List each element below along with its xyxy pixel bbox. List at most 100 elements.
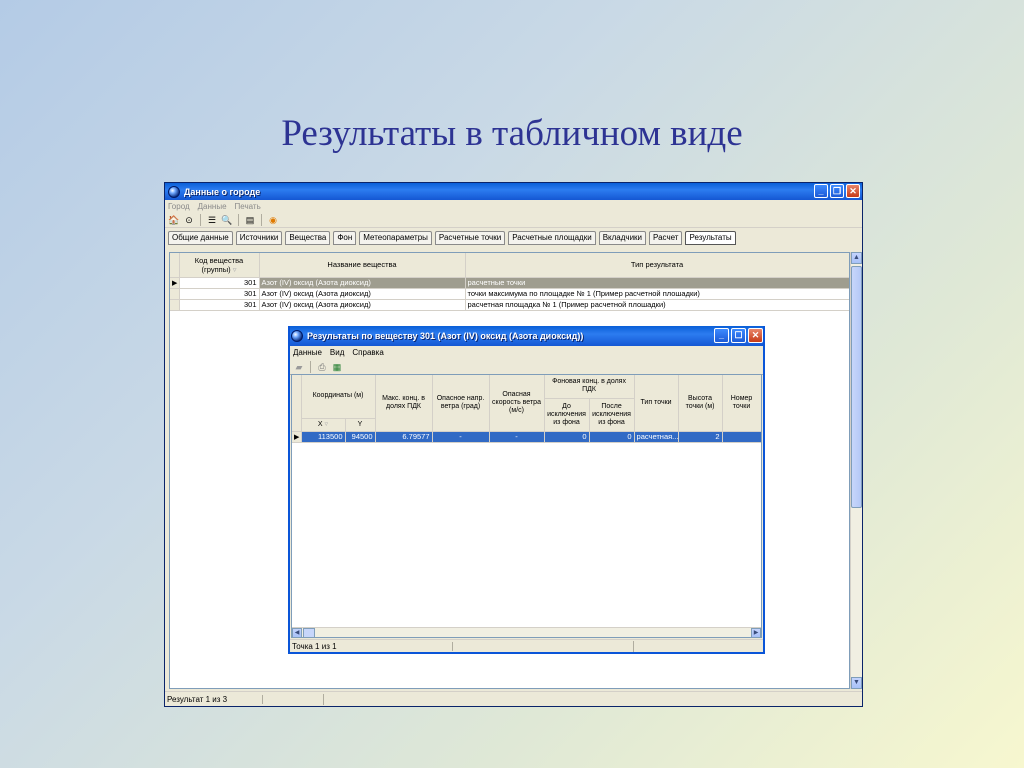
table-row[interactable]: 301 Азот (IV) оксид (Азота диоксид) точк…	[170, 288, 849, 300]
cell-x[interactable]: 113500	[301, 431, 346, 443]
tab-sources[interactable]: Источники	[235, 231, 283, 245]
main-window-titlebar[interactable]: Данные о городе _ ❐ ✕	[165, 183, 862, 200]
tab-calc-points[interactable]: Расчетные точки	[434, 231, 506, 245]
tab-results[interactable]: Результаты	[685, 231, 736, 245]
col-header-x[interactable]: X ▿	[301, 418, 346, 432]
cell-bg-after[interactable]: 0	[589, 431, 635, 443]
status-text: Результат 1 из 3	[167, 695, 263, 704]
menu-gorod[interactable]: Город	[168, 202, 190, 211]
col-header-y[interactable]: Y	[345, 418, 376, 432]
results-menubar: Данные Вид Справка	[290, 346, 763, 359]
close-button[interactable]: ✕	[748, 328, 763, 343]
tab-contributors[interactable]: Вкладчики	[598, 231, 647, 245]
results-toolbar: ▰ ⎙ ▦	[290, 359, 763, 375]
cell-code[interactable]: 301	[179, 277, 260, 289]
col-header-coords[interactable]: Координаты (м)	[301, 375, 376, 419]
col-header-name[interactable]: Название вещества	[259, 253, 466, 278]
col-header-danger-speed[interactable]: Опасная скорость ветра (м/с)	[489, 375, 545, 432]
table-row[interactable]: 301 Азот (IV) оксид (Азота диоксид) расч…	[170, 299, 849, 311]
main-vertical-scrollbar[interactable]: ▲ ▼	[850, 252, 862, 689]
col-header-background[interactable]: Фоновая конц. в долях ПДК	[544, 375, 635, 399]
scroll-up-icon[interactable]: ▲	[851, 252, 862, 264]
results-window-title: Результаты по веществу 301 (Азот (IV) ок…	[307, 331, 584, 341]
tab-general[interactable]: Общие данные	[168, 231, 233, 245]
col-header-danger-dir[interactable]: Опасное напр. ветра (град)	[432, 375, 490, 432]
maximize-button[interactable]: ☐	[731, 328, 746, 343]
app-icon	[291, 330, 303, 342]
menu-dannye[interactable]: Данные	[198, 202, 227, 211]
print-icon[interactable]: ⎙	[316, 361, 328, 373]
menu-help[interactable]: Справка	[352, 348, 383, 357]
col-header-max-conc[interactable]: Макс. конц. в долях ПДК	[375, 375, 433, 432]
cell-name[interactable]: Азот (IV) оксид (Азота диоксид)	[259, 288, 466, 300]
list-icon[interactable]: ☰	[206, 214, 218, 226]
restore-button[interactable]: ❐	[830, 184, 844, 198]
slide-title: Результаты в табличном виде	[281, 113, 743, 154]
search-icon[interactable]: 🔍	[221, 214, 233, 226]
filter-icon[interactable]: ▿	[233, 265, 237, 274]
scroll-thumb[interactable]	[303, 628, 315, 637]
results-horizontal-scrollbar[interactable]: ◀ ▶	[292, 627, 761, 637]
toolbar-divider	[261, 213, 262, 226]
table-row[interactable]: ▶ 301 Азот (IV) оксид (Азота диоксид) ра…	[170, 277, 849, 289]
cell-type[interactable]: расчетная площадка № 1 (Пример расчетной…	[465, 299, 849, 311]
export-excel-icon[interactable]: ▦	[331, 361, 343, 373]
scroll-thumb[interactable]	[851, 266, 862, 508]
tab-substances[interactable]: Вещества	[285, 231, 331, 245]
cell-type[interactable]: расчетные точки	[465, 277, 849, 289]
chart-icon[interactable]: ▤	[244, 214, 256, 226]
col-header-code[interactable]: Код вещества (группы) ▿	[179, 253, 260, 278]
current-row-arrow-icon: ▶	[170, 277, 180, 289]
refresh-icon[interactable]: ⊙	[183, 214, 195, 226]
main-menubar: Город Данные Печать	[165, 200, 862, 212]
cell-y[interactable]: 94500	[345, 431, 376, 443]
scroll-left-icon[interactable]: ◀	[292, 628, 302, 637]
minimize-button[interactable]: _	[814, 184, 828, 198]
close-button[interactable]: ✕	[846, 184, 860, 198]
cell-code[interactable]: 301	[179, 288, 260, 300]
cell-type[interactable]: точки максимума по площадке № 1 (Пример …	[465, 288, 849, 300]
city-icon[interactable]: 🏠	[168, 214, 180, 226]
col-header-bg-before[interactable]: До исключения из фона	[544, 398, 590, 432]
cell-danger-dir[interactable]: -	[432, 431, 490, 443]
cell-number[interactable]	[722, 431, 761, 443]
cell-point-type[interactable]: расчетная...	[634, 431, 679, 443]
toolbar-divider	[200, 213, 201, 226]
menu-data[interactable]: Данные	[293, 348, 322, 357]
cell-code[interactable]: 301	[179, 299, 260, 311]
app-icon	[168, 185, 180, 198]
col-header-bg-after[interactable]: После исключения из фона	[589, 398, 635, 432]
col-header-number[interactable]: Номер точки	[722, 375, 761, 432]
current-row-arrow-icon: ▶	[292, 431, 302, 443]
cell-bg-before[interactable]: 0	[544, 431, 590, 443]
tab-background[interactable]: Фон	[333, 231, 357, 245]
results-statusbar: Точка 1 из 1	[290, 639, 763, 652]
tab-calc-areas[interactable]: Расчетные площадки	[508, 231, 596, 245]
open-folder-icon[interactable]: ▰	[293, 361, 305, 373]
tab-meteo[interactable]: Метеопараметры	[359, 231, 432, 245]
table-row[interactable]: ▶ 113500 94500 6.79577 - - 0 0 расчетная…	[292, 431, 761, 443]
filter-icon[interactable]: ▿	[325, 421, 329, 428]
cell-name[interactable]: Азот (IV) оксид (Азота диоксид)	[259, 277, 466, 289]
scroll-right-icon[interactable]: ▶	[751, 628, 761, 637]
cell-name[interactable]: Азот (IV) оксид (Азота диоксид)	[259, 299, 466, 311]
results-window: Результаты по веществу 301 (Азот (IV) ок…	[288, 326, 765, 654]
tab-calculation[interactable]: Расчет	[649, 231, 683, 245]
menu-pechat[interactable]: Печать	[235, 202, 261, 211]
toolbar-divider	[238, 213, 239, 226]
col-header-point-type[interactable]: Тип точки	[634, 375, 679, 432]
status-text: Точка 1 из 1	[292, 642, 453, 651]
scroll-down-icon[interactable]: ▼	[851, 677, 862, 689]
row-selector-header	[170, 253, 180, 278]
menu-view[interactable]: Вид	[330, 348, 344, 357]
results-window-titlebar[interactable]: Результаты по веществу 301 (Азот (IV) ок…	[290, 326, 763, 346]
status-panel	[453, 641, 634, 652]
calculate-icon[interactable]: ◉	[267, 214, 279, 226]
minimize-button[interactable]: _	[714, 328, 729, 343]
col-header-type[interactable]: Тип результата	[465, 253, 849, 278]
cell-max-conc[interactable]: 6.79577	[375, 431, 433, 443]
col-header-height[interactable]: Высота точки (м)	[678, 375, 723, 432]
main-window-title: Данные о городе	[184, 186, 261, 197]
cell-danger-speed[interactable]: -	[489, 431, 545, 443]
cell-height[interactable]: 2	[678, 431, 723, 443]
